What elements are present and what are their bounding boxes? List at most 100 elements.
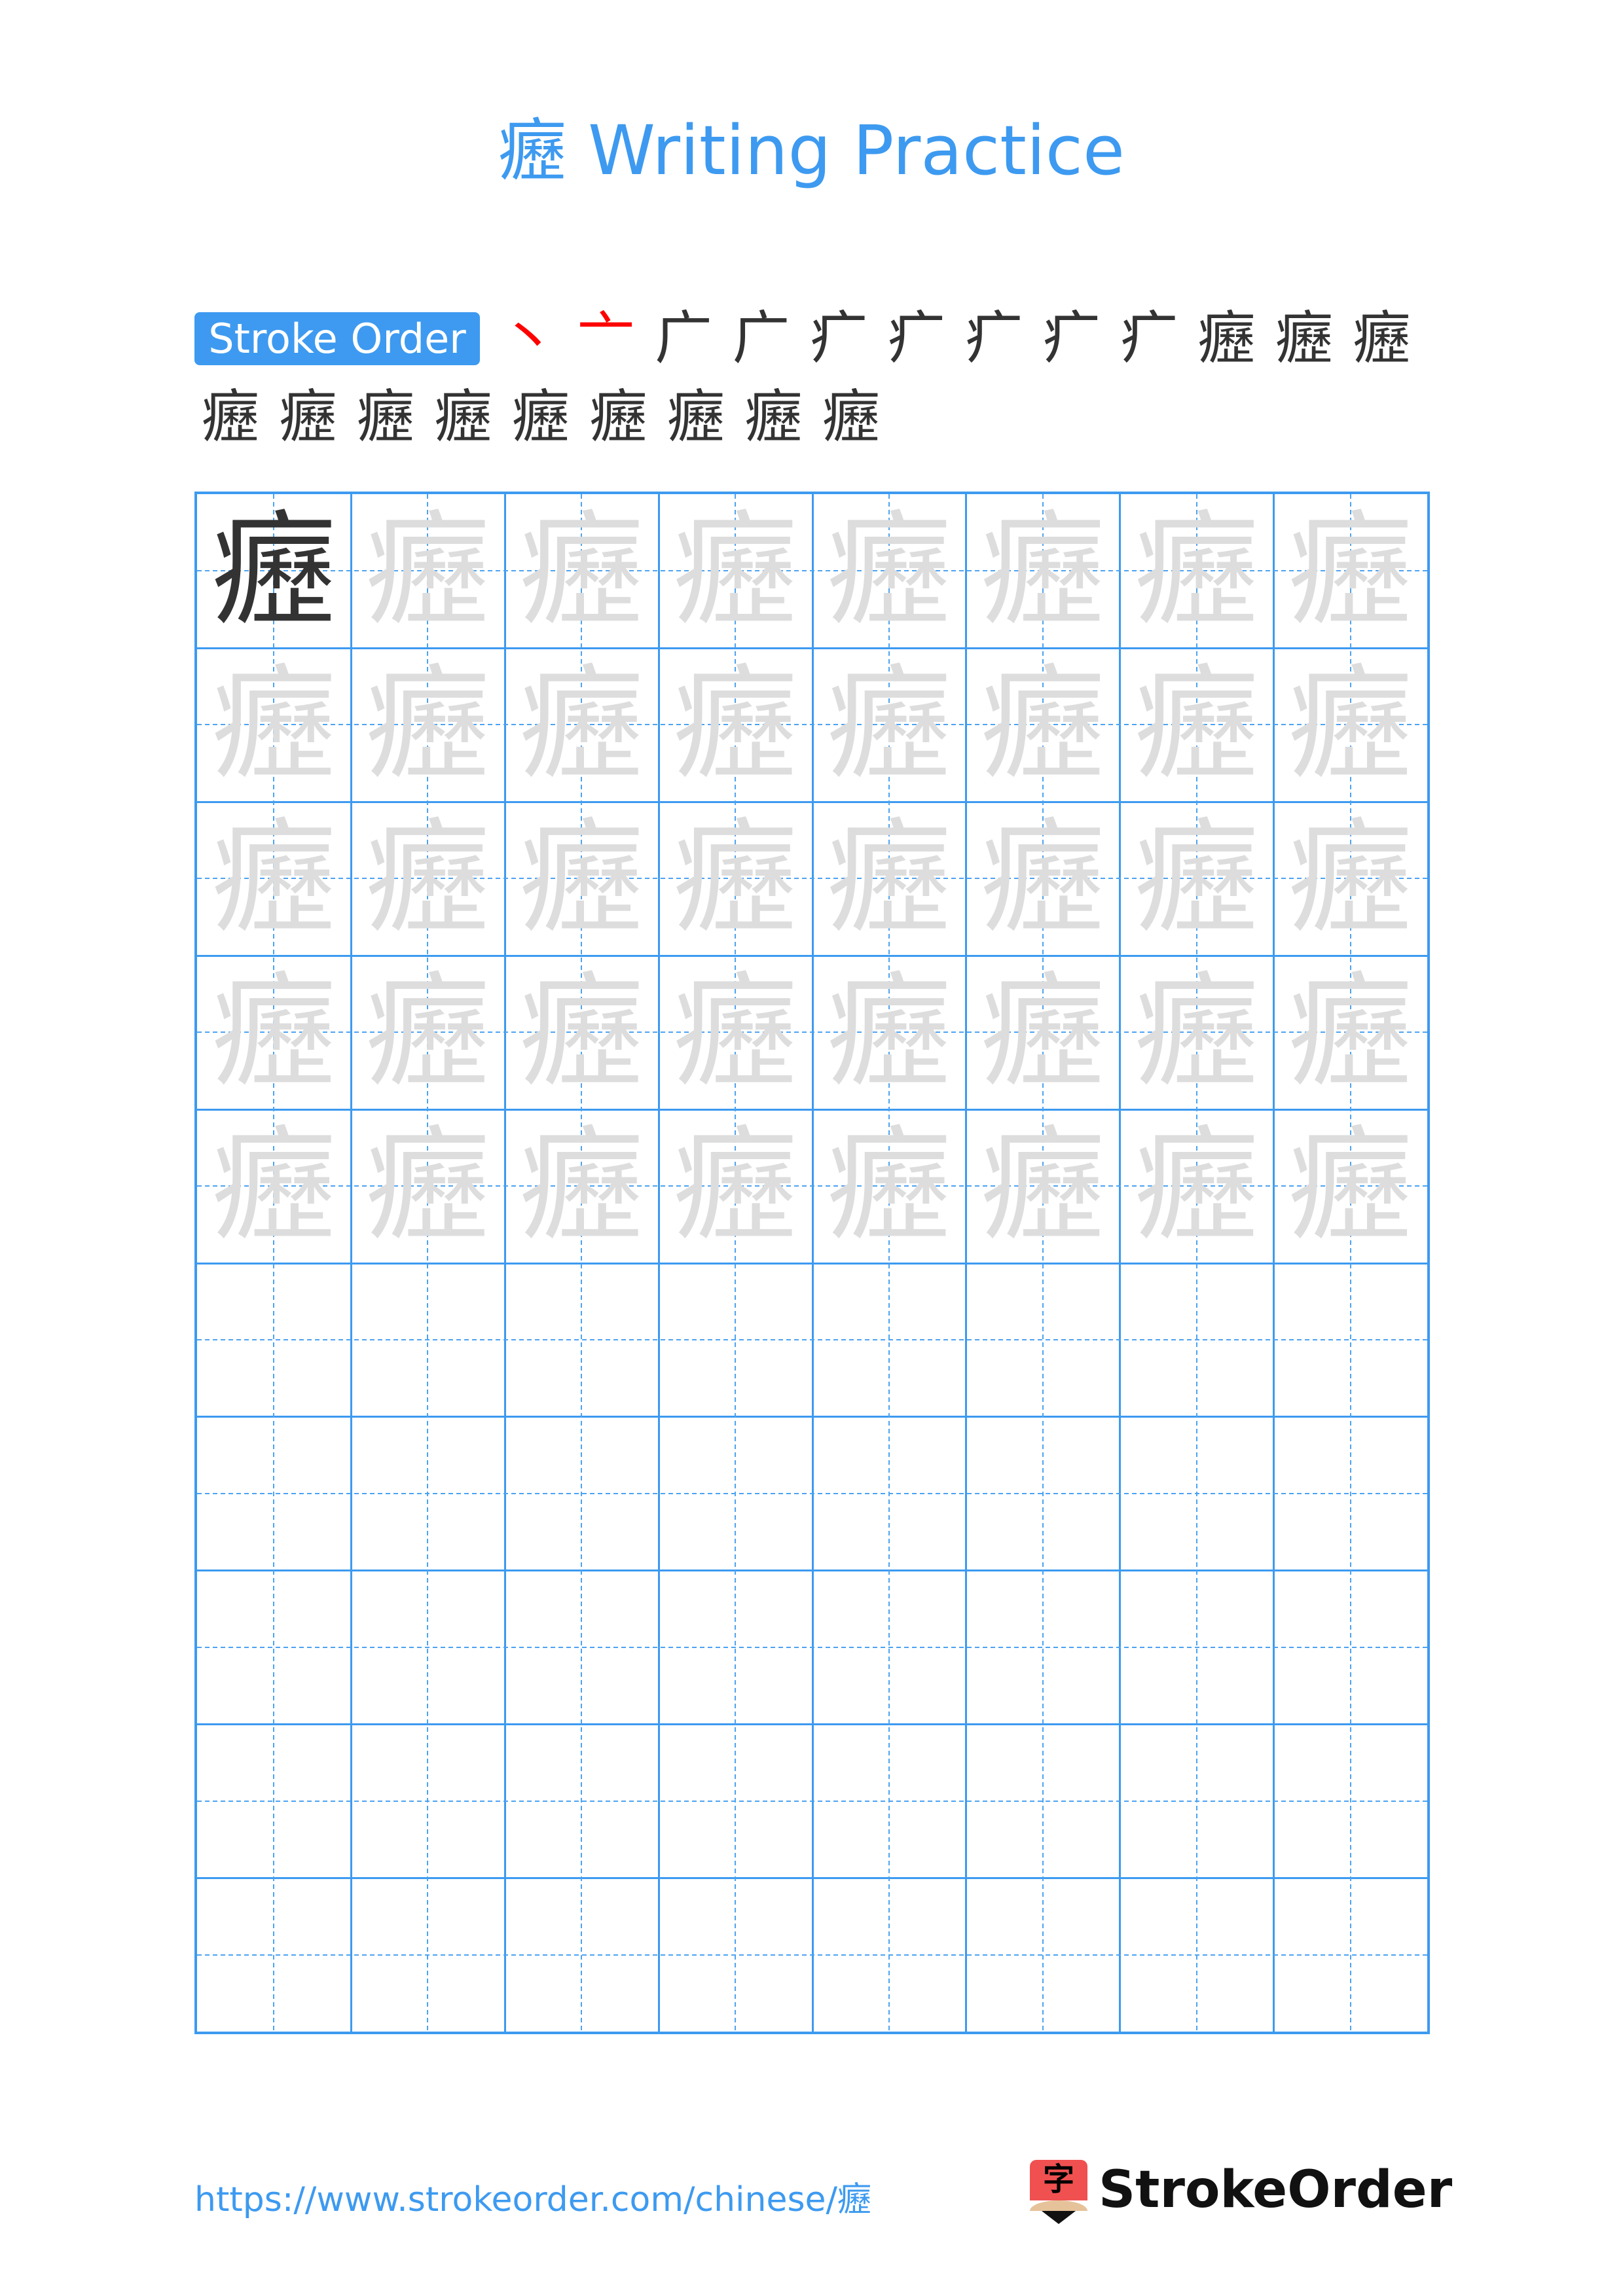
empty-practice-cell[interactable] (505, 1416, 659, 1570)
trace-character: 癧 (980, 1113, 1105, 1258)
stroke-step-1: 丶 (499, 304, 557, 372)
model-character: 癧 (211, 498, 337, 643)
empty-practice-cell[interactable] (812, 1570, 966, 1724)
stroke-step-21: 癧 (822, 383, 880, 450)
trace-character: 癧 (1288, 959, 1413, 1104)
stroke-step-14: 癧 (279, 383, 337, 450)
trace-character: 癧 (365, 805, 490, 950)
pencil-band (1030, 2200, 1087, 2211)
stroke-step-19: 癧 (666, 383, 725, 450)
empty-practice-cell[interactable] (812, 1878, 966, 2032)
empty-practice-cell[interactable] (1120, 1416, 1273, 1570)
trace-character: 癧 (826, 959, 951, 1104)
empty-practice-cell[interactable] (966, 1724, 1120, 1878)
page-title: 癧 Writing Practice (498, 111, 1125, 190)
stroke-step-7: 疒 (964, 304, 1023, 372)
empty-practice-cell[interactable] (197, 1416, 351, 1570)
trace-character: 癧 (519, 959, 644, 1104)
practice-grid: 癧癧癧癧癧癧癧癧癧癧癧癧癧癧癧癧癧癧癧癧癧癧癧癧癧癧癧癧癧癧癧癧癧癧癧癧癧癧癧癧 (194, 492, 1430, 2034)
stroke-step-12: 癧 (1353, 304, 1411, 372)
empty-practice-cell[interactable] (1273, 1570, 1427, 1724)
stroke-step-10: 癧 (1197, 304, 1256, 372)
empty-practice-cell[interactable] (197, 1263, 351, 1417)
stroke-step-16: 癧 (434, 383, 492, 450)
trace-character: 癧 (1134, 805, 1259, 950)
empty-practice-cell[interactable] (505, 1263, 659, 1417)
trace-character: 癧 (673, 651, 798, 797)
stroke-step-11: 癧 (1275, 304, 1333, 372)
empty-practice-cell[interactable] (1120, 1878, 1273, 2032)
trace-character: 癧 (1134, 498, 1259, 643)
empty-practice-cell[interactable] (812, 1724, 966, 1878)
empty-practice-cell[interactable] (659, 1724, 812, 1878)
trace-character: 癧 (826, 498, 951, 643)
stroke-step-17: 癧 (511, 383, 570, 450)
footer-url-link[interactable]: https://www.strokeorder.com/chinese/癧 (194, 2172, 871, 2221)
trace-character: 癧 (673, 498, 798, 643)
brand-name: StrokeOrder (1099, 2161, 1453, 2219)
stroke-order-badge: Stroke Order (194, 312, 480, 365)
empty-practice-cell[interactable] (966, 1263, 1120, 1417)
empty-practice-cell[interactable] (197, 1724, 351, 1878)
empty-practice-cell[interactable] (1120, 1724, 1273, 1878)
stroke-step-5: 疒 (809, 304, 867, 372)
empty-practice-cell[interactable] (659, 1570, 812, 1724)
trace-character: 癧 (1288, 651, 1413, 797)
empty-practice-cell[interactable] (505, 1570, 659, 1724)
empty-practice-cell[interactable] (505, 1878, 659, 2032)
stroke-step-13: 癧 (201, 383, 259, 450)
stroke-step-18: 癧 (589, 383, 647, 450)
trace-character: 癧 (826, 805, 951, 950)
empty-practice-cell[interactable] (197, 1570, 351, 1724)
strokeorder-logo: 字 (1030, 2160, 1087, 2224)
empty-practice-cell[interactable] (1273, 1724, 1427, 1878)
stroke-step-20: 癧 (744, 383, 803, 450)
empty-practice-cell[interactable] (1120, 1570, 1273, 1724)
trace-character: 癧 (211, 959, 337, 1104)
stroke-step-15: 癧 (356, 383, 414, 450)
trace-character: 癧 (1288, 498, 1413, 643)
empty-practice-cell[interactable] (966, 1570, 1120, 1724)
empty-practice-cell[interactable] (659, 1263, 812, 1417)
empty-practice-cell[interactable] (966, 1878, 1120, 2032)
trace-character: 癧 (980, 651, 1105, 797)
empty-practice-cell[interactable] (351, 1416, 505, 1570)
trace-character: 癧 (673, 1113, 798, 1258)
empty-practice-cell[interactable] (1120, 1263, 1273, 1417)
empty-practice-cell[interactable] (812, 1263, 966, 1417)
stroke-step-2: 亠 (577, 304, 635, 372)
empty-practice-cell[interactable] (1273, 1416, 1427, 1570)
trace-character: 癧 (980, 959, 1105, 1104)
trace-character: 癧 (519, 498, 644, 643)
trace-character: 癧 (519, 651, 644, 797)
stroke-step-8: 疒 (1042, 304, 1101, 372)
trace-character: 癧 (519, 1113, 644, 1258)
empty-practice-cell[interactable] (351, 1570, 505, 1724)
empty-practice-cell[interactable] (966, 1416, 1120, 1570)
trace-character: 癧 (1134, 1113, 1259, 1258)
empty-practice-cell[interactable] (197, 1878, 351, 2032)
empty-practice-cell[interactable] (351, 1878, 505, 2032)
trace-character: 癧 (365, 498, 490, 643)
trace-character: 癧 (211, 1113, 337, 1258)
empty-practice-cell[interactable] (812, 1416, 966, 1570)
trace-character: 癧 (211, 651, 337, 797)
trace-character: 癧 (519, 805, 644, 950)
empty-practice-cell[interactable] (351, 1263, 505, 1417)
trace-character: 癧 (826, 651, 951, 797)
trace-character: 癧 (365, 959, 490, 1104)
empty-practice-cell[interactable] (505, 1724, 659, 1878)
trace-character: 癧 (980, 805, 1105, 950)
trace-character: 癧 (980, 498, 1105, 643)
trace-character: 癧 (365, 1113, 490, 1258)
empty-practice-cell[interactable] (659, 1878, 812, 2032)
trace-character: 癧 (1134, 959, 1259, 1104)
empty-practice-cell[interactable] (351, 1724, 505, 1878)
empty-practice-cell[interactable] (1273, 1263, 1427, 1417)
empty-practice-cell[interactable] (1273, 1878, 1427, 2032)
empty-practice-cell[interactable] (659, 1416, 812, 1570)
trace-character: 癧 (211, 805, 337, 950)
trace-character: 癧 (365, 651, 490, 797)
trace-character: 癧 (1288, 1113, 1413, 1258)
trace-character: 癧 (826, 1113, 951, 1258)
